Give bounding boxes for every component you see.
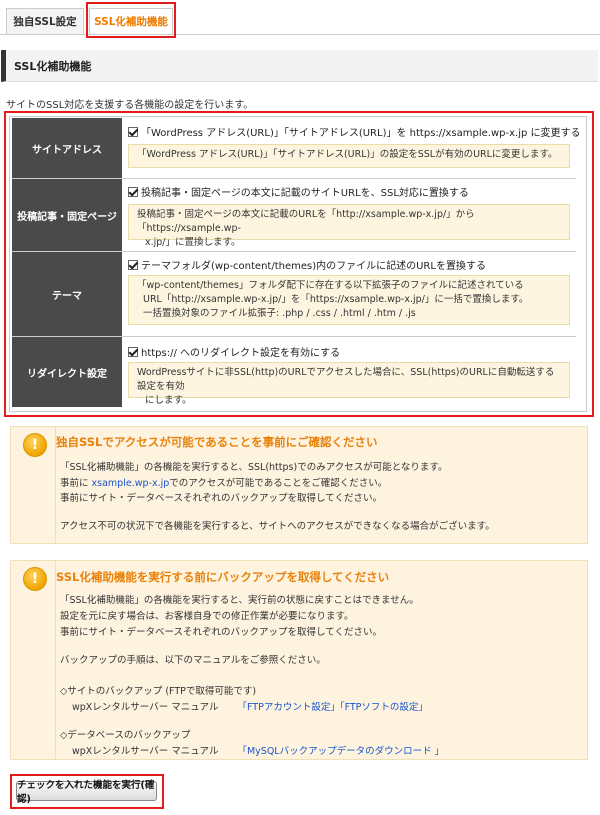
info-text: 設定を元に戻す場合は、お客様自身での修正作業が必要になります。 [60,611,354,622]
info-text: ◇データベースのバックアップ [60,730,191,741]
info-text: 事前に xsample.wp-x.jpでのアクセスが可能であることをご確認くださ… [60,475,387,489]
info-text: wpXレンタルサーバー マニュアル [72,746,219,757]
info-text: 事前にサイト・データベースそれぞれのバックアップを取得してください。 [60,627,382,638]
exclamation-icon: ! [23,567,47,591]
exclamation-icon: ! [23,433,47,457]
info-text: でのアクセスが可能であることをご確認ください。 [169,478,388,489]
table-highlight-frame [4,111,594,417]
section-title: SSL化補助機能 [1,50,598,82]
info-text: 事前に [60,478,92,489]
info-text: wpXレンタルサーバー マニュアル [72,702,219,713]
ftp-software-link[interactable]: 「FTPソフトの設定」 [340,702,428,713]
section-description: サイトのSSL対応を支援する各機能の設定を行います。 [6,100,254,111]
info-text: バックアップの手順は、以下のマニュアルをご参照ください。 [60,655,326,666]
tab-highlight-frame [86,2,176,38]
info-text: 事前にサイト・データベースそれぞれのバックアップを取得してください。 [60,493,382,504]
button-highlight-frame [10,774,164,809]
info-title-backup: SSL化補助機能を実行する前にバックアップを取得してください [56,570,390,584]
info-title-ssl-check: 独自SSLでアクセスが可能であることを事前にご確認ください [56,435,378,449]
mysql-backup-link[interactable]: 「MySQLバックアップデータのダウンロード 」 [237,746,444,757]
info-text: ◇サイトのバックアップ (FTPで取得可能です) [60,686,257,697]
manual-line-db: wpXレンタルサーバー マニュアル 「MySQLバックアップデータのダウンロード… [72,743,444,757]
info-text: 「SSL化補助機能」の各機能を実行すると、実行前の状態に戻すことはできません。 [60,595,419,606]
info-text: アクセス不可の状況下で各機能を実行すると、サイトへのアクセスができなくなる場合が… [60,521,495,532]
ftp-account-link[interactable]: 「FTPアカウント設定」 [237,702,339,713]
info-text: 「SSL化補助機能」の各機能を実行すると、SSL(https)でのみアクセスが可… [60,462,448,473]
tab-ssl-settings[interactable]: 独自SSL設定 [6,8,84,34]
domain-link[interactable]: xsample.wp-x.jp [92,478,170,489]
manual-line-site: wpXレンタルサーバー マニュアル 「FTPアカウント設定」「FTPソフトの設定… [72,699,428,713]
